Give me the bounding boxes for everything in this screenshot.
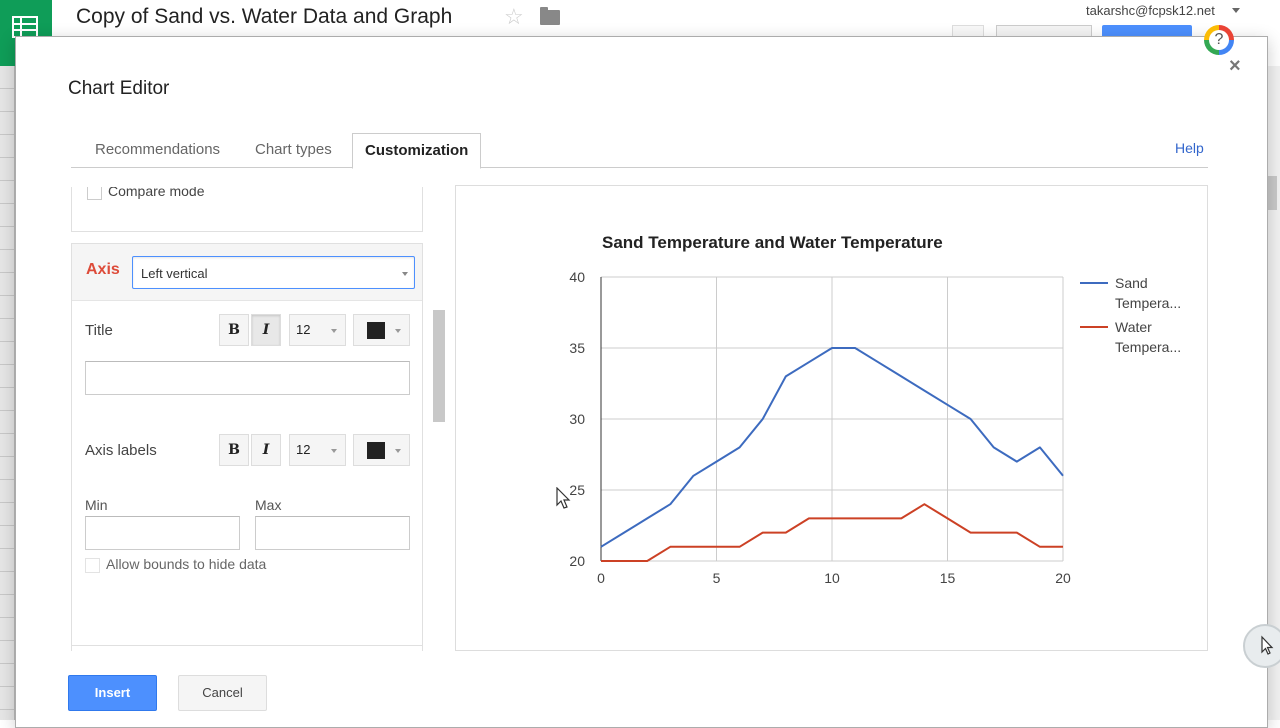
folder-icon[interactable] [540,7,560,25]
max-label: Max [255,497,282,513]
axis-select[interactable]: Left vertical [132,256,415,289]
title-input[interactable] [85,361,410,395]
axis-labels-font-size-select[interactable]: 12 [289,434,346,466]
title-font-size-select[interactable]: 12 [289,314,346,346]
axis-labels-color-picker[interactable] [353,434,410,466]
axis-labels-italic-button[interactable]: I [251,434,281,466]
chevron-down-icon [395,449,401,453]
legend-label: Tempera... [1115,339,1181,355]
help-link[interactable]: Help [1175,140,1204,156]
allow-bounds-option[interactable]: Allow bounds to hide data [85,556,266,573]
customization-panel: Compare mode Axis Left vertical Title B … [71,187,423,651]
axis-select-value: Left vertical [141,266,208,281]
title-font-size-value: 12 [296,322,311,337]
x-tick-label: 15 [940,570,956,586]
sheet-scrollbar-thumb[interactable] [1267,176,1277,210]
compare-mode-label: Compare mode [108,187,205,199]
tab-chart-types[interactable]: Chart types [243,133,344,167]
dialog-title: Chart Editor [68,78,170,99]
color-swatch [367,322,385,339]
axis-labels-bold-button[interactable]: B [219,434,249,466]
y-tick-label: 30 [569,411,585,427]
chart-preview: Sand Temperature and Water Temperature 2… [455,185,1208,651]
caret-down-icon[interactable] [1232,8,1240,13]
compare-mode-checkbox[interactable] [87,187,102,200]
y-tick-label: 40 [569,269,585,285]
y-tick-label: 35 [569,340,585,356]
gridlines-section: Gridlines [71,645,423,651]
x-tick-label: 20 [1055,570,1071,586]
legend-label: Water [1115,319,1152,335]
axis-labels-font-size-value: 12 [296,442,311,457]
question-mark-icon: ? [1209,30,1229,50]
legend-label: Tempera... [1115,295,1181,311]
legend-label: Sand [1115,275,1148,291]
min-label: Min [85,497,108,513]
cancel-button[interactable]: Cancel [178,675,267,711]
title-italic-button[interactable]: I [251,314,281,346]
axis-section: Axis Left vertical Title B I 12 Axis lab… [71,243,423,651]
allow-bounds-checkbox[interactable] [85,557,100,573]
tab-bar: Recommendations Chart types Customizatio… [71,133,1208,169]
x-tick-label: 0 [597,570,605,586]
title-bold-button[interactable]: B [219,314,249,346]
allow-bounds-label: Allow bounds to hide data [106,556,267,572]
sheet-grid-background [0,66,15,720]
line-chart: Sand Temperature and Water Temperature 2… [569,233,1181,586]
axis-label: Axis [86,261,120,278]
axis-header: Axis Left vertical [72,244,422,301]
compare-section: Compare mode [71,187,423,232]
color-swatch [367,442,385,459]
x-tick-label: 5 [713,570,721,586]
panel-scrollbar-thumb[interactable] [433,310,445,422]
chart-title: Sand Temperature and Water Temperature [602,233,943,252]
star-icon[interactable]: ☆ [504,4,524,30]
cursor-indicator-icon [1243,624,1280,668]
title-color-picker[interactable] [353,314,410,346]
mouse-cursor-icon [556,487,571,509]
insert-button[interactable]: Insert [68,675,157,711]
y-tick-label: 20 [569,553,585,569]
close-icon[interactable]: × [1229,55,1241,78]
tab-customization[interactable]: Customization [352,133,482,169]
chevron-down-icon [395,329,401,333]
max-input[interactable] [255,516,410,550]
help-badge-icon[interactable]: ? [1204,25,1234,55]
chevron-down-icon [331,449,337,453]
title-label: Title [85,322,113,339]
tab-recommendations[interactable]: Recommendations [83,133,232,167]
x-tick-label: 10 [824,570,840,586]
chevron-down-icon [402,272,408,276]
document-title[interactable]: Copy of Sand vs. Water Data and Graph [76,5,452,29]
chevron-down-icon [331,329,337,333]
min-input[interactable] [85,516,240,550]
axis-labels-label: Axis labels [85,442,157,459]
account-email[interactable]: takarshc@fcpsk12.net [1086,3,1215,18]
compare-mode-option[interactable]: Compare mode [87,187,205,200]
